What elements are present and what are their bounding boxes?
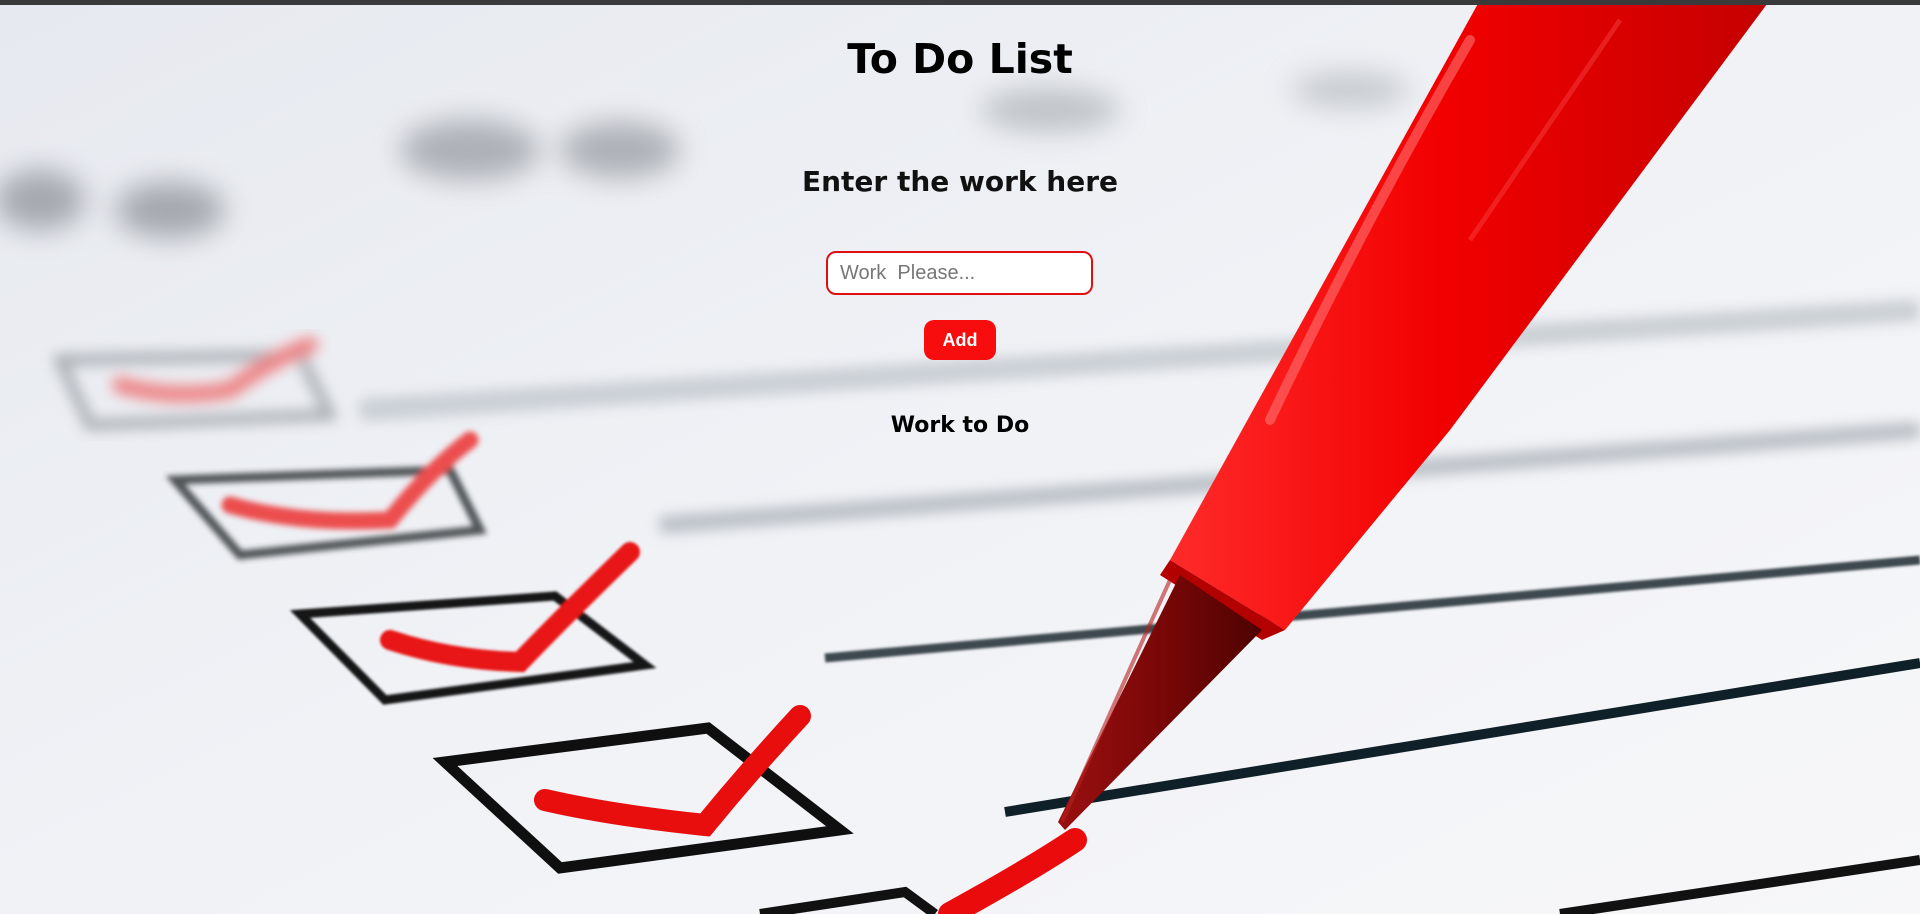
add-button[interactable]: Add [924,320,996,360]
browser-top-strip [0,0,1920,5]
checklist-background-image [0,0,1920,914]
form-heading: Enter the work here [801,165,1119,198]
work-input[interactable] [826,251,1093,295]
page-title: To Do List [847,35,1073,83]
task-list-heading: Work to Do [890,413,1030,438]
